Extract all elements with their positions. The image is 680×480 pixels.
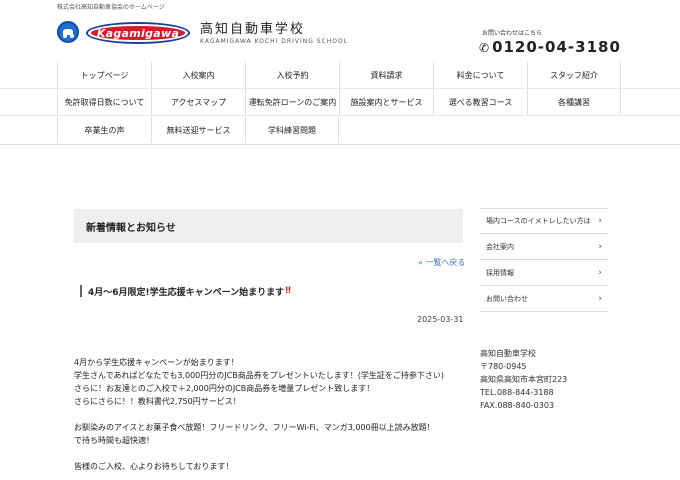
info-fax: FAX.088-840-0303 <box>480 401 555 410</box>
post-line: で待ち時間も超快適！ <box>74 436 154 445</box>
nav-row-2: 免許取得日数について アクセスマップ 運転免許ローンのご案内 施設案内とサービス… <box>57 89 623 115</box>
nav-item-access[interactable]: アクセスマップ <box>151 89 245 115</box>
nav-item-admission-guide[interactable]: 入校案内 <box>151 62 245 88</box>
nav-row-1: トップページ 入校案内 入校予約 資料請求 料金について スタッフ紹介 <box>57 62 623 88</box>
nav-item-practice[interactable]: 学科練習問題 <box>245 117 339 143</box>
post-line: お馴染みのアイスとお菓子食べ放題！フリードリンク、フリーWi-Fi、マンガ3,0… <box>74 423 435 432</box>
phone-number[interactable]: ✆ 0120-04-3180 <box>479 38 621 56</box>
nav-divider <box>0 144 680 145</box>
post-date: 2025-03-31 <box>417 315 464 324</box>
sidebar-item-contact[interactable]: お問い合わせ › <box>480 286 608 312</box>
sidebar-menu: 場内コースのイメトレしたい方は › 会社案内 › 採用情報 › お問い合わせ › <box>480 208 608 312</box>
post-line: 学生さんであればどなたでも3,000円分のJCB商品券をプレゼントいたします！(… <box>74 371 444 380</box>
school-name-en: KAGAMIGAWA KOCHI DRIVING SCHOOL <box>200 38 349 45</box>
top-tagline: 株式会社高知自動車協会のホームページ <box>57 4 165 11</box>
nav-item-staff[interactable]: スタッフ紹介 <box>527 62 621 88</box>
info-address: 高知県高知市本宮町223 <box>480 375 568 384</box>
nav-row-3: 卒業生の声 無料送迎サービス 学科練習問題 <box>57 117 340 143</box>
phone-number-text: 0120-04-3180 <box>492 38 621 56</box>
sidebar-item-label: お問い合わせ <box>486 294 528 303</box>
brand-logo-text: Kagamigawa <box>91 26 185 40</box>
chevron-right-icon: › <box>598 267 602 278</box>
post-line: 4月から学生応援キャンペーンが始まります！ <box>74 358 239 367</box>
info-school-name: 高知自動車学校 <box>480 349 536 358</box>
brand-logo[interactable]: Kagamigawa <box>86 22 190 44</box>
nav-item-reservation[interactable]: 入校予約 <box>245 62 339 88</box>
contact-label: お問い合わせはこちら <box>482 30 543 37</box>
nav-item-loan[interactable]: 運転免許ローンのご案内 <box>245 89 339 115</box>
post-body: 4月から学生応援キャンペーンが始まります！ 学生さんであればどなたでも3,000… <box>74 356 474 473</box>
school-name: 高知自動車学校 <box>200 22 306 37</box>
sidebar-item-company[interactable]: 会社案内 › <box>480 234 608 260</box>
nav-item-facilities[interactable]: 施設案内とサービス <box>339 89 433 115</box>
chevron-right-icon: › <box>598 293 602 304</box>
sidebar-item-label: 採用情報 <box>486 268 514 277</box>
post-line: 皆様のご入校、心よりお待ちしております！ <box>74 462 234 471</box>
nav-item-shuttle[interactable]: 無料送迎サービス <box>151 117 245 143</box>
section-heading: 新着情報とお知らせ <box>74 209 463 243</box>
nav-item-days[interactable]: 免許取得日数について <box>57 89 151 115</box>
nav-divider <box>0 115 680 116</box>
nav-item-fees[interactable]: 料金について <box>433 62 527 88</box>
nav-item-brochure[interactable]: 資料請求 <box>339 62 433 88</box>
nav-item-testimonials[interactable]: 卒業生の声 <box>57 117 151 143</box>
chevron-right-icon: › <box>598 216 602 226</box>
double-exclamation-icon: ‼ <box>285 286 291 296</box>
phone-icon: ✆ <box>479 41 491 55</box>
car-emblem-icon[interactable] <box>57 21 79 43</box>
info-postal-code: 〒780-0945 <box>480 362 527 371</box>
post-title-text: 4月〜6月限定!学生応援キャンペーン始まります <box>88 287 285 298</box>
sidebar-school-info: 高知自動車学校 〒780-0945 高知県高知市本宮町223 TEL.088-8… <box>480 347 567 412</box>
nav-item-top[interactable]: トップページ <box>57 62 151 88</box>
sidebar-item-course-image-training[interactable]: 場内コースのイメトレしたい方は › <box>480 208 608 234</box>
chevron-right-icon: › <box>598 241 602 252</box>
post-line: さらにさらに！！教科書代2,750円サービス！ <box>74 397 241 406</box>
nav-item-courses[interactable]: 選べる教習コース <box>433 89 527 115</box>
back-to-list-link[interactable]: « 一覧へ戻る <box>418 257 465 268</box>
sidebar-item-label: 会社案内 <box>486 242 514 251</box>
info-tel: TEL.088-844-3188 <box>480 388 554 397</box>
post-line: さらに！お友達とのご入校で＋2,000円分のJCB商品券を増量プレゼント致します… <box>74 384 375 393</box>
nav-item-lectures[interactable]: 各種講習 <box>527 89 621 115</box>
sidebar-item-label: 場内コースのイメトレしたい方は <box>486 217 591 225</box>
post-title: 4月〜6月限定!学生応援キャンペーン始まります ‼ <box>80 285 291 298</box>
sidebar-item-recruit[interactable]: 採用情報 › <box>480 260 608 286</box>
